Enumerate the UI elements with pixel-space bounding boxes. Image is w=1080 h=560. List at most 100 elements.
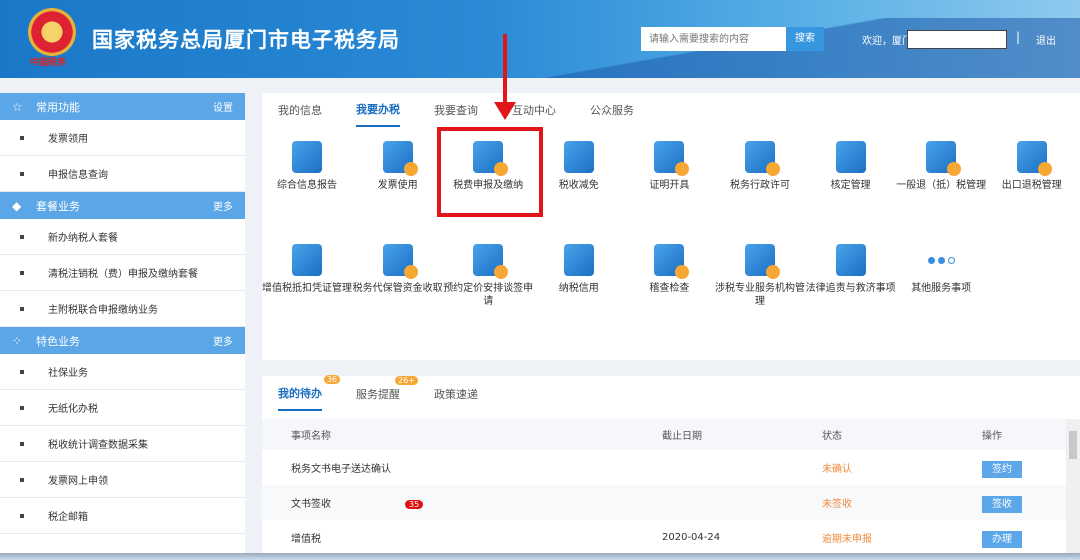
sidebar-item[interactable]: 新办纳税人套餐 xyxy=(0,219,245,255)
service-item[interactable]: 稽查检查 xyxy=(624,244,714,295)
service-label: 核定管理 xyxy=(830,180,871,191)
cell-date xyxy=(662,450,822,485)
sidebar-item[interactable]: 税收统计调查数据采集 xyxy=(0,426,245,462)
service-icon xyxy=(292,244,322,276)
service-panel: 我的信息 我要办税 我要查询 互动中心 公众服务 综合信息报告 发票使用 税费申报及缴纳 税收… xyxy=(262,93,1080,360)
sidebar-item-label: 申报信息查询 xyxy=(48,170,108,181)
col-status: 状态 xyxy=(822,419,982,450)
col-action: 操作 xyxy=(982,419,1066,450)
service-label: 发票使用 xyxy=(377,180,418,191)
sidebar-item[interactable]: 税企邮箱 xyxy=(0,498,245,534)
service-icon xyxy=(382,244,418,279)
logout-link[interactable]: 退出 xyxy=(1036,32,1056,47)
service-label: 综合信息报告 xyxy=(277,180,337,191)
tab-1[interactable]: 我要办税 xyxy=(356,93,400,127)
todo-panel: 我的待办 36 服务提醒 26+ 政策速递 事项名称 截止日期 状态 操作 税务文书电子… xyxy=(262,375,1080,560)
window-bottom-bar xyxy=(0,553,1080,560)
status-text: 未确认 xyxy=(822,464,852,475)
grid-icon: ⁘ xyxy=(12,333,23,348)
sidebar-item[interactable]: 清税注销税（费）申报及缴纳套餐 xyxy=(0,255,245,291)
service-item[interactable]: 法律追责与救济事项 xyxy=(806,244,896,295)
sidebar-section-action[interactable]: 更多 xyxy=(213,198,233,213)
count-badge: 36 xyxy=(323,375,340,384)
service-label: 出口退税管理 xyxy=(1001,180,1062,191)
service-icon xyxy=(382,141,418,176)
service-item[interactable]: 核定管理 xyxy=(806,141,896,192)
emblem-text: 中国税务 xyxy=(30,58,67,68)
service-label: 预约定价安排谈签申请 xyxy=(443,283,534,307)
service-item[interactable]: 税收减免 xyxy=(534,141,624,192)
cell-action: 签约 xyxy=(982,450,1066,485)
red-arrow-head xyxy=(494,102,516,120)
bullet-icon xyxy=(20,234,24,239)
item-name[interactable]: 税务文书电子送达确认 xyxy=(291,464,391,475)
action-button[interactable]: 办理 xyxy=(982,531,1022,548)
service-icon xyxy=(654,141,690,176)
service-icon xyxy=(745,244,780,279)
sidebar-item[interactable]: 无纸化办税 xyxy=(0,390,245,426)
bullet-icon xyxy=(20,477,24,482)
service-item[interactable]: 税务代保管资金收取 xyxy=(353,244,443,295)
sidebar-item-label: 税收统计调查数据采集 xyxy=(48,440,148,451)
service-icon xyxy=(473,244,509,279)
tab-0[interactable]: 我的信息 xyxy=(278,94,322,126)
sidebar-section-action[interactable]: 更多 xyxy=(213,333,233,348)
cell-date xyxy=(662,485,822,520)
service-label: 税务代保管资金收取 xyxy=(352,283,443,294)
item-name[interactable]: 文书签收 xyxy=(291,499,331,510)
todo-tab[interactable]: 我的待办 36 xyxy=(278,375,340,411)
tab-2[interactable]: 我要查询 xyxy=(434,94,478,126)
sidebar-item[interactable]: 社保业务 xyxy=(0,354,245,390)
service-label: 一般退（抵）税管理 xyxy=(896,180,987,191)
header: 中国税务 国家税务总局厦门市电子税务局 搜索 欢迎，厦门 | 退出 xyxy=(0,0,1080,78)
service-label: 涉税专业服务机构管理 xyxy=(715,283,805,307)
bullet-icon xyxy=(20,270,24,275)
scrollbar[interactable] xyxy=(1066,419,1080,560)
sidebar-item[interactable]: 主附税联合申报缴纳业务 xyxy=(0,291,245,327)
service-item[interactable]: 出口退税管理 xyxy=(987,141,1077,192)
service-icon xyxy=(926,244,956,276)
col-date: 截止日期 xyxy=(662,419,822,450)
sidebar-section-title: 常用功能 xyxy=(36,100,80,114)
service-item[interactable]: 其他服务事项 xyxy=(896,244,986,295)
tab-4[interactable]: 公众服务 xyxy=(590,94,634,126)
todo-tab[interactable]: 服务提醒 26+ xyxy=(356,376,418,410)
sidebar-item[interactable]: 发票网上申领 xyxy=(0,462,245,498)
cell-action: 办理 xyxy=(982,520,1066,555)
service-item[interactable]: 证明开具 xyxy=(624,141,714,192)
service-item[interactable]: 发票使用 xyxy=(353,141,443,192)
cell-status: 逾期未申报 xyxy=(822,520,982,555)
service-item[interactable]: 预约定价安排谈签申请 xyxy=(443,244,533,308)
table-row: 增值税 2020-04-24 逾期未申报 办理 xyxy=(262,520,1066,555)
service-item[interactable]: 综合信息报告 xyxy=(262,141,352,192)
action-button[interactable]: 签收 xyxy=(982,496,1022,513)
scrollbar-thumb[interactable] xyxy=(1069,431,1077,459)
service-icon xyxy=(926,141,962,176)
todo-tab[interactable]: 政策速递 xyxy=(434,378,478,410)
count-badge: 35 xyxy=(405,500,424,509)
service-item[interactable]: 一般退（抵）税管理 xyxy=(896,141,986,192)
service-item[interactable]: 涉税专业服务机构管理 xyxy=(715,244,805,308)
todo-tab-label: 服务提醒 xyxy=(356,388,400,401)
todo-table: 事项名称 截止日期 状态 操作 税务文书电子送达确认 未确认 签约 文书签收 35 未签收… xyxy=(262,419,1066,555)
action-button[interactable]: 签约 xyxy=(982,461,1022,478)
sidebar-item[interactable]: 发票领用 xyxy=(0,120,245,156)
table-header: 事项名称 截止日期 状态 操作 xyxy=(262,419,1066,450)
search-input[interactable] xyxy=(641,27,786,51)
search-button[interactable]: 搜索 xyxy=(786,27,824,51)
service-item[interactable]: 税务行政许可 xyxy=(715,141,805,192)
separator: | xyxy=(1016,30,1021,44)
bullet-icon xyxy=(20,369,24,374)
service-item[interactable]: 增值税抵扣凭证管理 xyxy=(262,244,352,295)
service-label: 其他服务事项 xyxy=(911,283,972,294)
tab-3[interactable]: 互动中心 xyxy=(512,94,556,126)
service-label: 税收减免 xyxy=(558,180,599,191)
sidebar-item[interactable]: 申报信息查询 xyxy=(0,156,245,192)
count-badge: 26+ xyxy=(395,376,418,385)
tax-emblem-logo xyxy=(28,8,76,56)
service-item[interactable]: 纳税信用 xyxy=(534,244,624,295)
item-name[interactable]: 增值税 xyxy=(291,534,321,545)
service-label: 法律追责与救济事项 xyxy=(805,283,896,294)
sidebar-section-action[interactable]: 设置 xyxy=(213,99,233,114)
service-icon xyxy=(1016,141,1052,176)
